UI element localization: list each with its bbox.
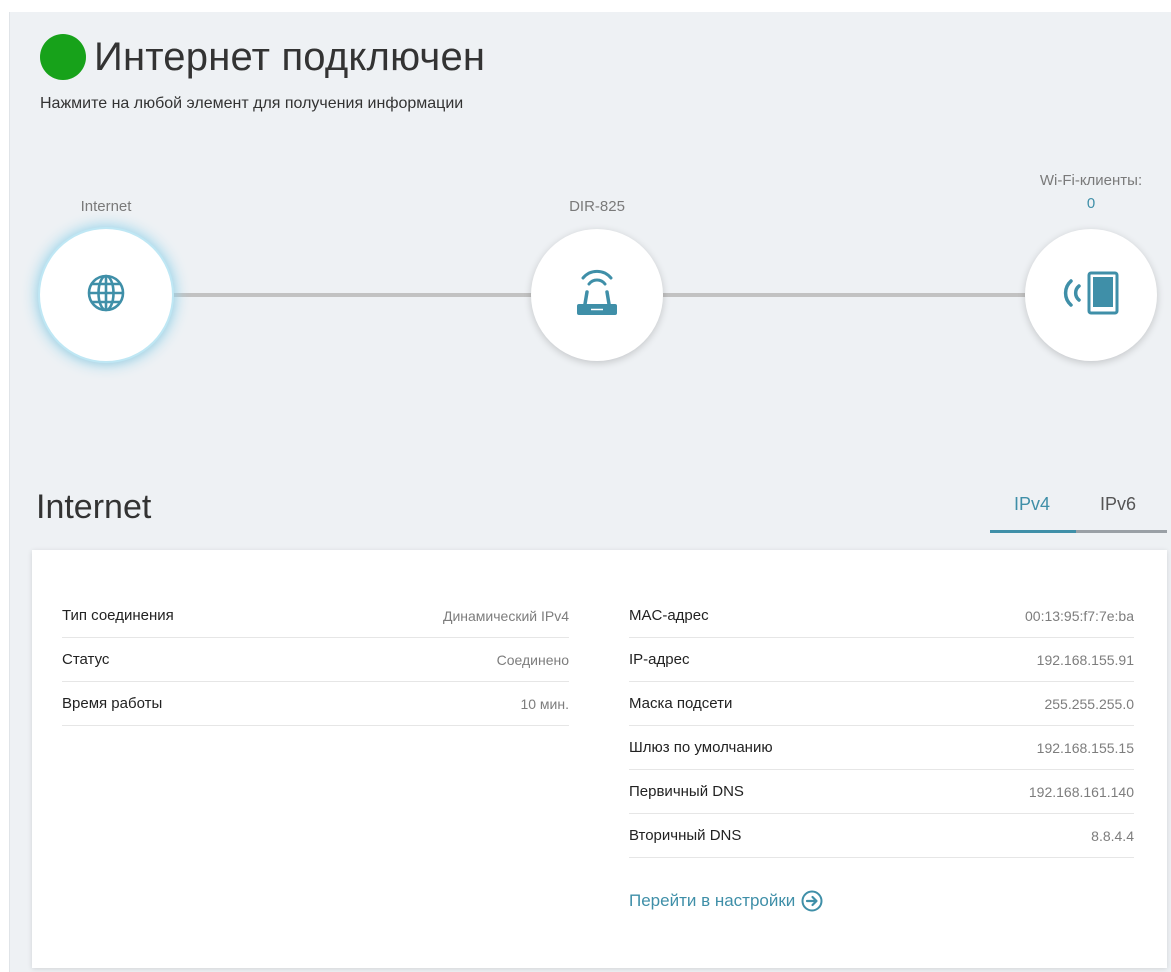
connection-status-header: Интернет подключен: [40, 34, 485, 80]
info-row-secondary-dns: Вторичный DNS 8.8.4.4: [629, 814, 1134, 858]
info-label: Первичный DNS: [629, 783, 744, 800]
info-value: 192.168.161.140: [1028, 783, 1134, 800]
wifi-clients-node[interactable]: [1025, 229, 1157, 361]
settings-link-label: Перейти в настройки: [629, 891, 796, 910]
hint-text: Нажмите на любой элемент для получения и…: [40, 95, 464, 112]
info-value: 10 мин.: [520, 695, 569, 712]
info-value: 00:13:95:f7:7e:ba: [1025, 607, 1134, 624]
info-value: 192.168.155.15: [1036, 739, 1134, 756]
globe-icon: [86, 273, 126, 318]
info-value: 8.8.4.4: [1091, 827, 1134, 844]
info-value: 255.255.255.0: [1044, 695, 1134, 712]
wifi-clients-label: Wi-Fi-клиенты:: [1039, 172, 1143, 189]
internet-router-link: [172, 293, 532, 297]
info-label: Маска подсети: [629, 695, 733, 712]
connection-info-card: Тип соединения Динамический IPv4 Статус …: [32, 550, 1167, 968]
info-row-ip: IP-адрес 192.168.155.91: [629, 638, 1134, 682]
info-label: Вторичный DNS: [629, 827, 742, 844]
info-label: Тип соединения: [62, 607, 174, 624]
info-row-mac: MAC-адрес 00:13:95:f7:7e:ba: [629, 594, 1134, 638]
info-row-connection-type: Тип соединения Динамический IPv4: [62, 594, 569, 638]
arrow-right-circle-icon: [801, 890, 823, 912]
tab-ipv6[interactable]: IPv6: [1100, 494, 1136, 515]
router-icon: [573, 264, 621, 327]
info-label: Статус: [62, 651, 110, 668]
info-row-netmask: Маска подсети 255.255.255.0: [629, 682, 1134, 726]
internet-node-label: Internet: [80, 198, 132, 215]
router-wifi-link: [663, 293, 1025, 297]
status-title: Интернет подключен: [94, 34, 486, 79]
active-tab-underline: [990, 530, 1076, 533]
section-title: Internet: [36, 488, 152, 526]
info-label: Шлюз по умолчанию: [629, 739, 773, 756]
info-label: MAC-адрес: [629, 607, 709, 624]
wifi-clients-count: 0: [1086, 195, 1096, 212]
info-row-primary-dns: Первичный DNS 192.168.161.140: [629, 770, 1134, 814]
internet-node[interactable]: [40, 229, 172, 361]
info-value: Соединено: [496, 651, 569, 668]
wifi-tablet-icon: [1059, 269, 1123, 322]
tab-ipv4[interactable]: IPv4: [1014, 494, 1050, 515]
go-to-settings-link[interactable]: Перейти в настройки: [629, 890, 823, 912]
info-row-uptime: Время работы 10 мин.: [62, 682, 569, 726]
info-value: Динамический IPv4: [442, 607, 569, 624]
info-row-gateway: Шлюз по умолчанию 192.168.155.15: [629, 726, 1134, 770]
ip-version-tabs: IPv4 IPv6: [990, 494, 1167, 534]
info-label: Время работы: [62, 695, 163, 712]
info-row-status: Статус Соединено: [62, 638, 569, 682]
status-indicator-icon: [40, 34, 86, 80]
router-node[interactable]: [531, 229, 663, 361]
connection-info-left-column: Тип соединения Динамический IPv4 Статус …: [62, 594, 569, 726]
router-node-label: DIR-825: [569, 198, 625, 215]
main-page: Интернет подключен Нажмите на любой элем…: [9, 12, 1171, 972]
connection-info-right-column: MAC-адрес 00:13:95:f7:7e:ba IP-адрес 192…: [629, 594, 1134, 858]
info-label: IP-адрес: [629, 651, 690, 668]
info-value: 192.168.155.91: [1036, 651, 1134, 668]
